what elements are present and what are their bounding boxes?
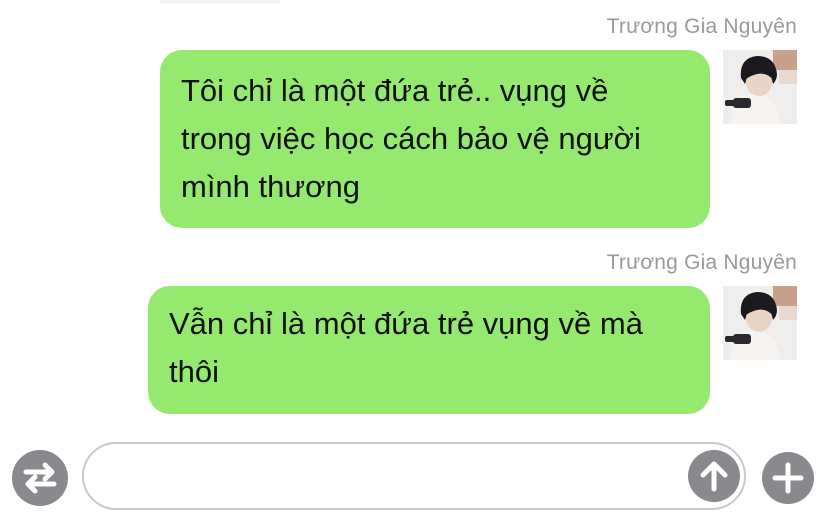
arrow-up-icon [700,461,728,492]
message-bubble[interactable]: Vẫn chỉ là một đứa trẻ vụng về mà thôi [148,286,710,414]
avatar[interactable] [723,286,797,360]
switch-mode-button[interactable] [12,450,68,506]
plus-icon [772,462,804,494]
swap-arrows-icon [23,462,57,494]
avatar-image [723,286,797,360]
message-line: Vẫn chỉ là một đứa trẻ vụng về mà [169,306,643,341]
message-line: thôi [169,354,219,389]
sender-name: Trương Gia Nguyên [606,251,797,274]
message-line: mình thương [181,169,360,204]
message-input[interactable] [82,442,746,510]
avatar-image [723,50,797,124]
message-line: Tôi chỉ là một đứa trẻ.. vụng về [181,73,609,108]
sender-name: Trương Gia Nguyên [606,15,797,38]
message-composer [0,432,828,520]
send-button[interactable] [688,450,740,502]
previous-message-edge [160,0,280,3]
add-button[interactable] [762,452,814,504]
message-bubble[interactable]: Tôi chỉ là một đứa trẻ.. vụng về trong v… [160,50,710,228]
message-line: trong việc học cách bảo vệ người [181,121,641,156]
avatar[interactable] [723,50,797,124]
